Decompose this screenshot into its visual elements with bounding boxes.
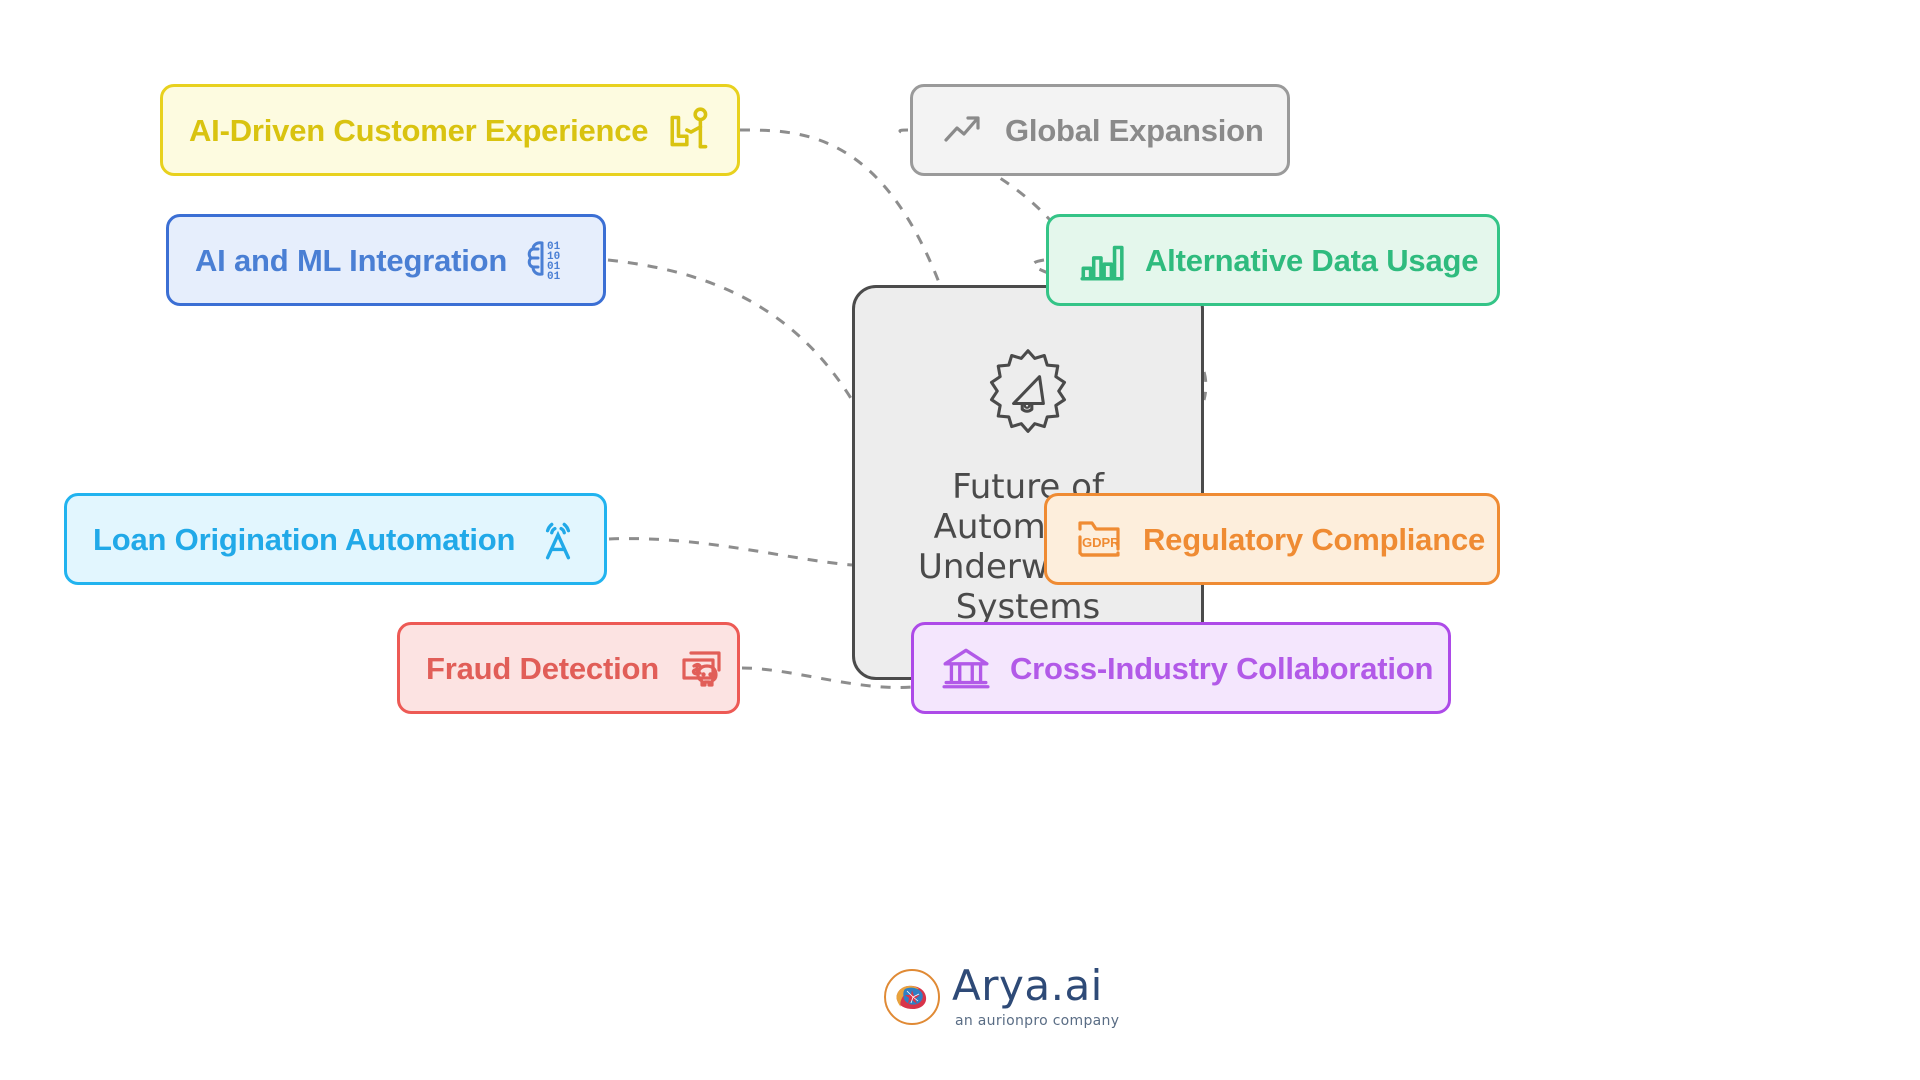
arya-brain-logo-icon: [884, 969, 940, 1025]
person-at-screen-icon: [666, 105, 716, 155]
node-fraud-detection[interactable]: Fraud Detection: [397, 622, 740, 714]
money-skull-icon: [677, 643, 729, 693]
node-loan-origination-automation[interactable]: Loan Origination Automation: [64, 493, 607, 585]
trending-up-icon: [939, 106, 987, 154]
node-label: Alternative Data Usage: [1145, 242, 1479, 278]
node-label: Loan Origination Automation: [93, 521, 516, 557]
arya-ai-logo: Arya.ai an aurionpro company: [884, 965, 1119, 1029]
node-label: Regulatory Compliance: [1143, 521, 1486, 557]
gear-megaphone-icon: [980, 344, 1076, 445]
node-label: AI and ML Integration: [195, 242, 508, 278]
mindmap-canvas: Future of Automated Underwriting Systems…: [0, 0, 1920, 1080]
svg-text:GDPR: GDPR: [1082, 535, 1120, 550]
node-global-expansion[interactable]: Global Expansion: [910, 84, 1290, 176]
bank-columns-icon: [940, 643, 992, 693]
brand-tagline: an aurionpro company: [955, 1013, 1120, 1029]
node-label: Cross-Industry Collaboration: [1010, 650, 1434, 686]
edge-to-ai-and-ml-integration: [607, 258, 854, 401]
signal-a-icon: [533, 514, 583, 564]
node-alternative-data-usage[interactable]: Alternative Data Usage: [1046, 214, 1500, 306]
gdpr-folder-icon: GDPR: [1073, 514, 1125, 564]
brand-name: Arya.ai: [952, 961, 1103, 1010]
node-label: Fraud Detection: [426, 650, 659, 686]
node-regulatory-compliance[interactable]: GDPR Regulatory Compliance: [1044, 493, 1500, 585]
node-cross-industry-collaboration[interactable]: Cross-Industry Collaboration: [911, 622, 1451, 714]
node-ai-and-ml-integration[interactable]: AI and ML Integration 01 10 01 01: [166, 214, 606, 306]
node-label: Global Expansion: [1005, 112, 1264, 148]
node-label: AI-Driven Customer Experience: [189, 112, 649, 148]
bar-chart-icon: [1075, 235, 1127, 285]
svg-text:01: 01: [547, 271, 561, 283]
node-ai-driven-customer-experience[interactable]: AI-Driven Customer Experience: [160, 84, 740, 176]
edge-to-loan-origination-automation: [608, 537, 853, 567]
brain-binary-icon: 01 10 01 01: [525, 234, 577, 286]
central-topic-node[interactable]: Future of Automated Underwriting Systems: [852, 285, 1204, 680]
